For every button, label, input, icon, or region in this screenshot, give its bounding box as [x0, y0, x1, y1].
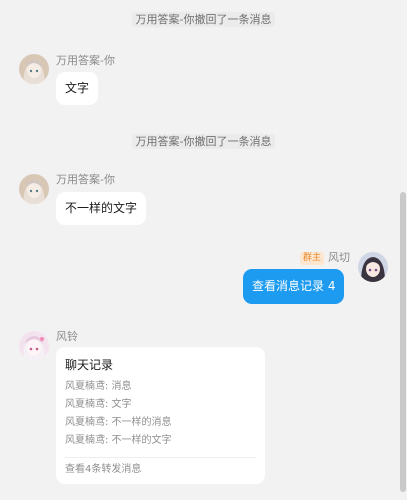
avatar[interactable]	[19, 331, 49, 361]
divider	[65, 457, 256, 458]
message-bubble[interactable]: 不一样的文字	[56, 192, 147, 225]
avatar[interactable]	[19, 54, 49, 84]
anime-girl-avatar-icon	[19, 331, 49, 361]
sender-name: 万用答案-你	[56, 173, 115, 186]
message-bubble[interactable]: 文字	[56, 72, 99, 105]
group-owner-badge: 群主	[300, 252, 325, 265]
message-bubble-self[interactable]: 查看消息记录 4	[243, 269, 345, 304]
chat-message-list[interactable]: 万用答案-你撤回了一条消息 万用答案-你 文字 万用答案-你撤回了一条消息 万用…	[0, 0, 407, 500]
avatar[interactable]	[358, 252, 388, 282]
forward-line: 风夏楠鸢: 不一样的消息	[65, 417, 172, 428]
anime-girl-avatar-icon	[19, 54, 49, 84]
sender-name: 风铃	[56, 330, 78, 343]
scrollbar-thumb[interactable]	[400, 192, 406, 492]
sender-name: 万用答案-你	[56, 54, 115, 67]
recall-notice-text: 万用答案-你撤回了一条消息	[131, 12, 276, 27]
forward-line: 风夏楠鸢: 不一样的文字	[65, 435, 172, 446]
scrollbar[interactable]	[399, 0, 407, 500]
anime-girl-avatar-icon	[358, 252, 388, 282]
recall-notice: 万用答案-你撤回了一条消息	[0, 12, 407, 28]
recall-notice-text: 万用答案-你撤回了一条消息	[131, 134, 276, 149]
forward-footer[interactable]: 查看4条转发消息	[65, 463, 141, 477]
avatar[interactable]	[19, 174, 49, 204]
forwarded-chat-record[interactable]: 聊天记录 风夏楠鸢: 消息 风夏楠鸢: 文字 风夏楠鸢: 不一样的消息 风夏楠鸢…	[56, 347, 265, 484]
forward-line: 风夏楠鸢: 文字	[65, 399, 132, 410]
sender-name: 风切	[328, 251, 350, 264]
recall-notice: 万用答案-你撤回了一条消息	[0, 134, 407, 150]
forward-line: 风夏楠鸢: 消息	[65, 381, 132, 392]
anime-girl-avatar-icon	[19, 174, 49, 204]
forward-title: 聊天记录	[65, 358, 114, 372]
